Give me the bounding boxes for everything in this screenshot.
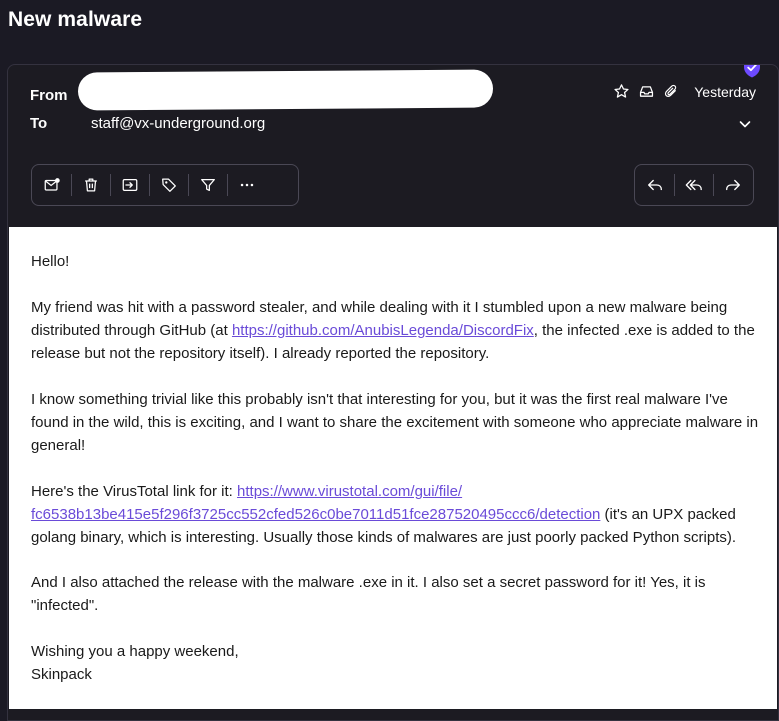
- label-button[interactable]: [149, 165, 188, 205]
- chevron-down-icon[interactable]: [738, 117, 752, 131]
- paragraph-4: And I also attached the release with the…: [31, 574, 706, 614]
- to-label: To: [30, 115, 48, 132]
- message-meta: Yesterday: [613, 83, 756, 100]
- from-label: From: [30, 87, 68, 104]
- forward-icon: [725, 179, 740, 191]
- filter-button[interactable]: [188, 165, 227, 205]
- mark-unread-icon: [44, 178, 60, 191]
- forward-button[interactable]: [713, 165, 752, 205]
- reply-button[interactable]: [635, 165, 674, 205]
- more-icon: [240, 183, 253, 187]
- page-title: New malware: [8, 8, 143, 31]
- more-button[interactable]: [227, 165, 266, 205]
- message-body: Hello! My friend was hit with a password…: [9, 227, 777, 709]
- star-icon[interactable]: [613, 83, 630, 100]
- paragraph-1: My friend was hit with a password steale…: [31, 299, 755, 362]
- greeting: Hello!: [31, 253, 70, 270]
- paragraph-2: I know something trivial like this proba…: [31, 391, 759, 454]
- signature: Skinpack: [31, 666, 92, 683]
- inbox-icon[interactable]: [638, 83, 655, 100]
- reply-actions-toolbar: [634, 164, 754, 206]
- message-date: Yesterday: [694, 83, 756, 100]
- message-card: From To staff@vx-underground.org Yesterd…: [7, 64, 779, 721]
- trash-button[interactable]: [71, 165, 110, 205]
- paragraph-3: Here's the VirusTotal link for it: https…: [31, 483, 737, 546]
- paperclip-icon[interactable]: [663, 83, 680, 100]
- label-icon: [161, 178, 176, 192]
- move-icon: [122, 178, 137, 192]
- reply-all-icon: [685, 179, 702, 191]
- filter-icon: [200, 178, 215, 192]
- recipient-address[interactable]: staff@vx-underground.org: [91, 115, 265, 132]
- reply-icon: [647, 179, 662, 191]
- github-link[interactable]: https://github.com/AnubisLegenda/Discord…: [232, 322, 534, 339]
- message-actions-toolbar: [31, 164, 299, 206]
- sender-redaction: [77, 69, 494, 111]
- mark-unread-button[interactable]: [32, 165, 71, 205]
- closing: Wishing you a happy weekend,: [31, 643, 239, 660]
- move-button[interactable]: [110, 165, 149, 205]
- shield-check-icon: [744, 65, 760, 78]
- trash-icon: [84, 178, 97, 192]
- reply-all-button[interactable]: [674, 165, 713, 205]
